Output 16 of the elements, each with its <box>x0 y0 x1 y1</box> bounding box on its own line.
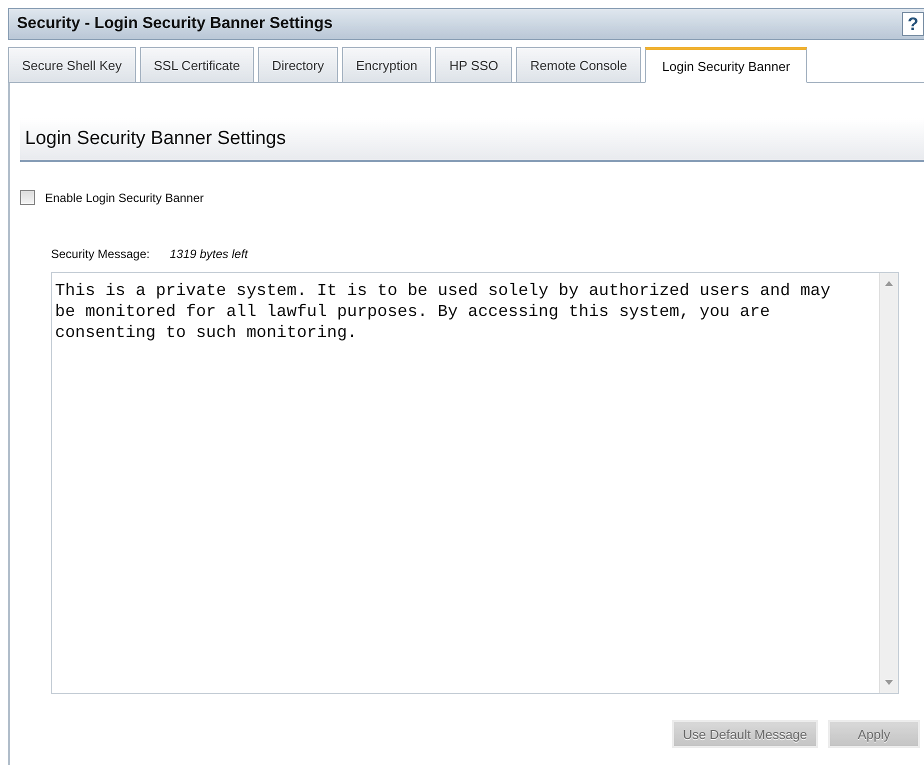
scroll-down-icon[interactable] <box>885 680 893 685</box>
tab[interactable]: Encryption <box>342 47 432 82</box>
bytes-left-text: 1319 bytes left <box>170 247 248 261</box>
scroll-up-icon[interactable] <box>885 281 893 286</box>
tab[interactable]: SSL Certificate <box>140 47 254 82</box>
field-label: Security Message: <box>51 247 150 261</box>
checkbox-label: Enable Login Security Banner <box>45 190 204 204</box>
help-button[interactable]: ? <box>902 12 924 36</box>
tab[interactable]: Directory <box>258 47 338 82</box>
enable-checkbox[interactable] <box>20 190 35 205</box>
tab[interactable]: Secure Shell Key <box>8 47 136 82</box>
tab[interactable]: Login Security Banner <box>645 47 808 83</box>
window-title: Security - Login Security Banner Settings <box>17 15 333 33</box>
section-title: Login Security Banner Settings <box>25 128 286 150</box>
tab[interactable]: HP SSO <box>435 47 512 82</box>
tab[interactable]: Remote Console <box>516 47 642 82</box>
